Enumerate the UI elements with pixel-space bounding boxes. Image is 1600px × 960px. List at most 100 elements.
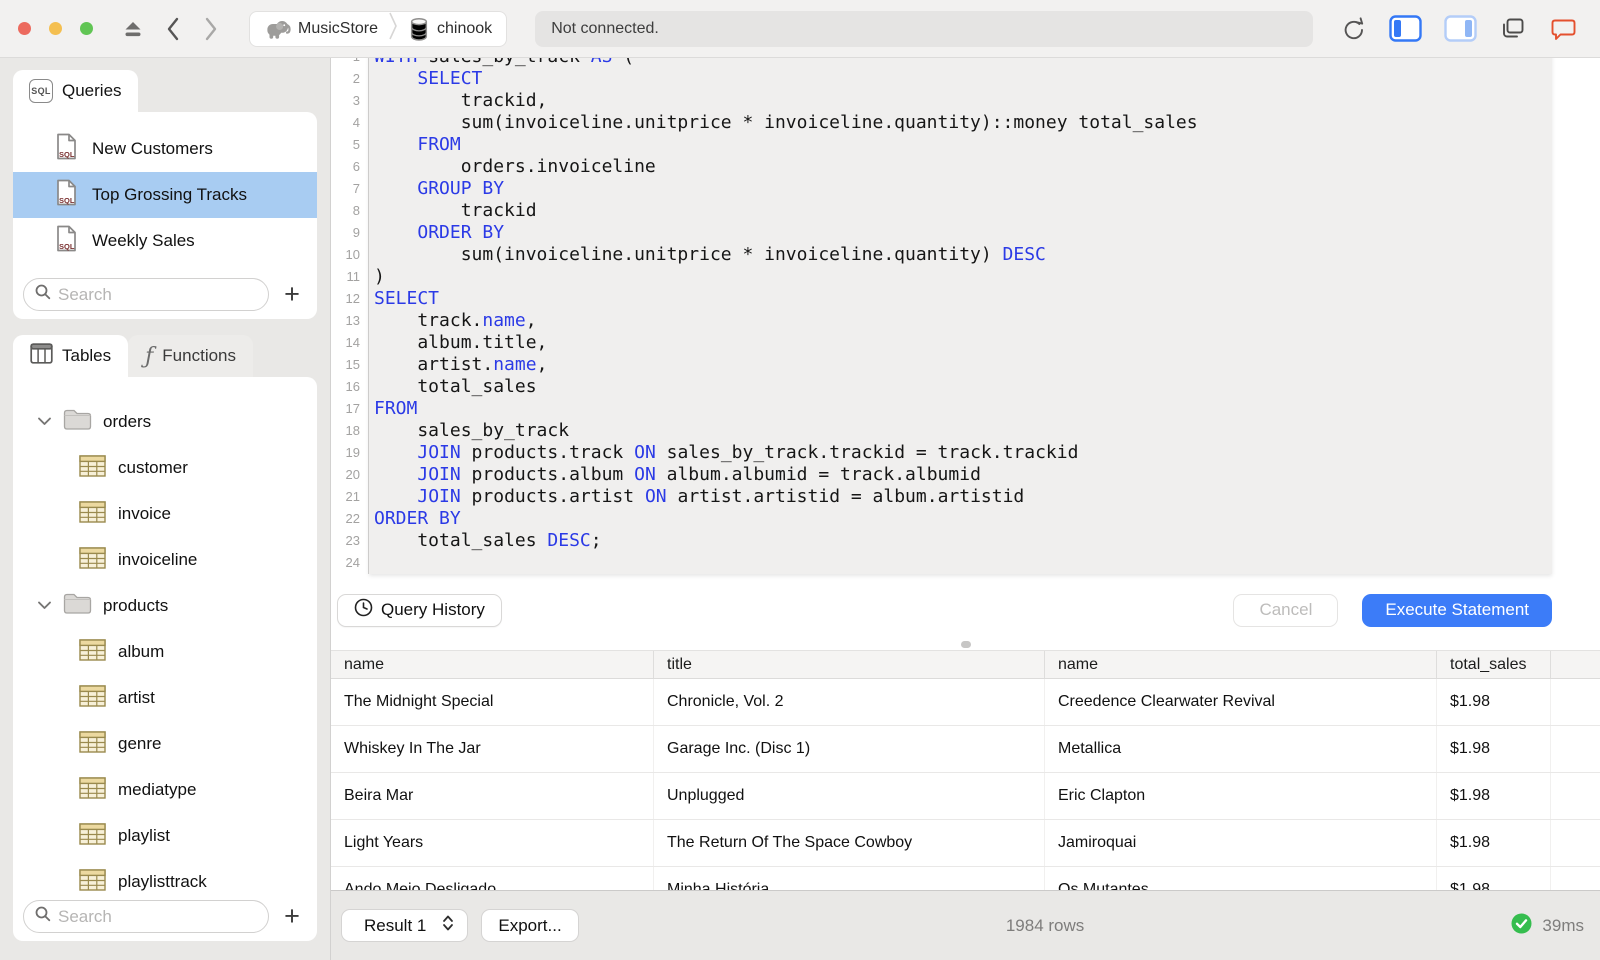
table-cell[interactable]: Garage Inc. (Disc 1) [654, 726, 1045, 772]
table-cell[interactable]: Minha História [654, 867, 1045, 890]
query-item[interactable]: SQL Top Grossing Tracks [13, 172, 317, 218]
code-line[interactable]: GROUP BY [374, 178, 1552, 200]
table-cell[interactable]: $1.98 [1437, 867, 1551, 890]
code-line[interactable]: ORDER BY [374, 508, 1552, 530]
code-line[interactable]: sales_by_track [374, 420, 1552, 442]
add-query-button[interactable]: + [279, 281, 305, 308]
table-cell[interactable]: Metallica [1045, 726, 1437, 772]
tree-item-folder[interactable]: products [13, 583, 317, 629]
table-cell[interactable]: $1.98 [1437, 773, 1551, 819]
table-cell[interactable]: Ando Meio Desligado [331, 867, 654, 890]
sidebar: SQL Queries SQL New Customers SQL Top Gros… [0, 58, 331, 960]
tab-functions[interactable]: ƒ Functions [128, 335, 253, 377]
tables-search-input[interactable] [58, 906, 257, 927]
tree-item-table[interactable]: customer [13, 445, 317, 491]
table-cell[interactable]: Eric Clapton [1045, 773, 1437, 819]
queries-search-input[interactable] [58, 284, 257, 305]
back-button[interactable] [165, 16, 181, 42]
table-row[interactable]: The Midnight Special Chronicle, Vol. 2 Cre… [331, 679, 1600, 726]
table-cell[interactable]: Os Mutantes [1045, 867, 1437, 890]
execute-statement-button[interactable]: Execute Statement [1362, 593, 1552, 627]
code-line[interactable]: trackid [374, 200, 1552, 222]
table-cell[interactable]: Beira Mar [331, 773, 654, 819]
close-button[interactable] [18, 22, 31, 35]
table-cell[interactable]: Chronicle, Vol. 2 [654, 679, 1045, 725]
code-line[interactable] [374, 552, 1552, 574]
tables-search-field[interactable] [23, 900, 269, 933]
code-line[interactable]: artist.name, [374, 354, 1552, 376]
table-cell[interactable]: $1.98 [1437, 726, 1551, 772]
zoom-button[interactable] [80, 22, 93, 35]
tree-item-table[interactable]: artist [13, 675, 317, 721]
table-cell[interactable]: Light Years [331, 820, 654, 866]
table-row[interactable]: Ando Meio Desligado Minha História Os Muta… [331, 867, 1600, 890]
tree-item-table[interactable]: playlist [13, 813, 317, 859]
chat-icon[interactable] [1549, 15, 1578, 43]
sql-editor[interactable]: 123456789101112131415161718192021222324 … [331, 58, 1600, 582]
column-header[interactable]: name [1045, 651, 1437, 678]
column-header[interactable]: name [331, 651, 654, 678]
code-line[interactable]: total_sales DESC; [374, 530, 1552, 552]
query-item[interactable]: SQL Weekly Sales [13, 218, 317, 264]
tree-item-table[interactable]: album [13, 629, 317, 675]
code-line[interactable]: SELECT [374, 288, 1552, 310]
code-line[interactable]: total_sales [374, 376, 1552, 398]
table-cell[interactable]: The Return Of The Space Cowboy [654, 820, 1045, 866]
tree-item-table[interactable]: mediatype [13, 767, 317, 813]
code-line[interactable]: album.title, [374, 332, 1552, 354]
chevron-down-icon[interactable] [37, 596, 52, 616]
table-cell[interactable]: Jamiroquai [1045, 820, 1437, 866]
tree-item-table[interactable]: playlisttrack [13, 859, 317, 905]
code-line[interactable]: orders.invoiceline [374, 156, 1552, 178]
code-line[interactable]: sum(invoiceline.unitprice * invoiceline.… [374, 112, 1552, 134]
code-line[interactable]: trackid, [374, 90, 1552, 112]
cancel-button[interactable]: Cancel [1233, 593, 1339, 627]
code-line[interactable]: JOIN products.artist ON artist.artistid … [374, 486, 1552, 508]
table-cell[interactable]: $1.98 [1437, 820, 1551, 866]
code-line[interactable]: sum(invoiceline.unitprice * invoiceline.… [374, 244, 1552, 266]
breadcrumb-server[interactable]: MusicStore [254, 17, 388, 41]
eject-icon[interactable] [121, 17, 145, 41]
minimize-button[interactable] [49, 22, 62, 35]
table-row[interactable]: Whiskey In The Jar Garage Inc. (Disc 1) Me… [331, 726, 1600, 773]
column-header[interactable]: title [654, 651, 1045, 678]
code-line[interactable]: SELECT [374, 68, 1552, 90]
panel-right-icon[interactable] [1444, 15, 1477, 42]
tab-queries[interactable]: SQL Queries [13, 70, 138, 112]
table-cell[interactable]: Unplugged [654, 773, 1045, 819]
tree-item-table[interactable]: invoice [13, 491, 317, 537]
query-item[interactable]: SQL New Customers [13, 126, 317, 172]
table-cell[interactable]: Creedence Clearwater Revival [1045, 679, 1437, 725]
table-row[interactable]: Light Years The Return Of The Space Cowbo… [331, 820, 1600, 867]
code-line[interactable]: ) [374, 266, 1552, 288]
code-line[interactable]: FROM [374, 134, 1552, 156]
queries-search-field[interactable] [23, 278, 269, 311]
forward-button[interactable] [203, 16, 219, 42]
export-button[interactable]: Export... [481, 909, 579, 942]
tab-tables[interactable]: Tables [13, 335, 129, 377]
column-header[interactable]: total_sales [1437, 651, 1551, 678]
result-selector[interactable]: Result 1 [341, 909, 469, 942]
table-cell[interactable]: Whiskey In The Jar [331, 726, 654, 772]
code-line[interactable]: WITH sales_by_track AS ( [374, 58, 1552, 68]
code-document[interactable]: WITH sales_by_track AS ( SELECT trackid,… [369, 58, 1552, 574]
chevron-down-icon[interactable] [37, 412, 52, 432]
pane-splitter[interactable] [331, 638, 1600, 650]
windows-icon[interactable] [1499, 15, 1527, 43]
table-row[interactable]: Beira Mar Unplugged Eric Clapton $1.98 [331, 773, 1600, 820]
code-line[interactable]: JOIN products.album ON album.albumid = t… [374, 464, 1552, 486]
tree-item-table[interactable]: invoiceline [13, 537, 317, 583]
code-line[interactable]: JOIN products.track ON sales_by_track.tr… [374, 442, 1552, 464]
tree-item-table[interactable]: genre [13, 721, 317, 767]
breadcrumb-database[interactable]: chinook [398, 16, 502, 42]
table-cell[interactable]: $1.98 [1437, 679, 1551, 725]
table-cell[interactable]: The Midnight Special [331, 679, 654, 725]
code-line[interactable]: track.name, [374, 310, 1552, 332]
panel-left-icon[interactable] [1389, 15, 1422, 42]
code-line[interactable]: ORDER BY [374, 222, 1552, 244]
query-history-button[interactable]: Query History [337, 593, 502, 627]
tree-item-folder[interactable]: orders [13, 399, 317, 445]
code-line[interactable]: FROM [374, 398, 1552, 420]
add-table-button[interactable]: + [279, 903, 305, 930]
refresh-button[interactable] [1341, 15, 1367, 43]
